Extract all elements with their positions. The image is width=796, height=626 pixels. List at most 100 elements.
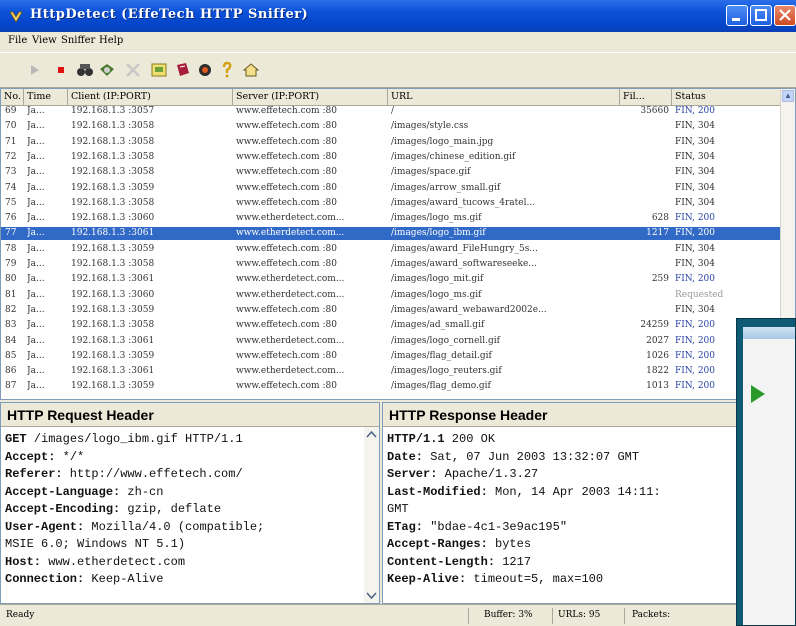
table-row[interactable]: 85 Ja... 192.168.1.3 :3059 www.effetech.com… <box>1 350 783 362</box>
close-button[interactable] <box>774 5 796 26</box>
menu-sniffer[interactable]: Sniffer <box>61 35 95 46</box>
cell-server: www.effetech.com :80 <box>236 243 337 254</box>
cell-size: 1013 <box>646 381 669 392</box>
status-urls: URLs: 95 <box>558 610 601 620</box>
status-packets: Packets: <box>632 610 671 620</box>
cell-client: 192.168.1.3 :3059 <box>71 182 155 193</box>
cell-url: /images/logo_mit.gif <box>391 274 484 285</box>
table-row[interactable]: 69 Ja... 192.168.1.3 :3057 www.effetech.com… <box>1 105 783 117</box>
cell-client: 192.168.1.3 :3058 <box>71 167 155 178</box>
table-row[interactable]: 86 Ja... 192.168.1.3 :3061 www.etherdetect.… <box>1 365 783 377</box>
cell-server: www.etherdetect.com... <box>236 366 345 377</box>
menu-help[interactable]: Help <box>99 35 123 46</box>
list-header: No. Time Client (IP:PORT) Server (IP:POR… <box>1 89 795 106</box>
binoculars-icon[interactable] <box>76 61 94 79</box>
table-row[interactable]: 79 Ja... 192.168.1.3 :3058 www.effetech.com… <box>1 258 783 270</box>
col-server[interactable]: Server (IP:PORT) <box>233 89 388 105</box>
col-time[interactable]: Time <box>24 89 68 105</box>
settings-icon[interactable] <box>196 61 214 79</box>
header-key: HTTP/1.1 <box>387 432 445 446</box>
scroll-arrows-icon[interactable] <box>364 427 379 603</box>
table-row[interactable]: 76 Ja... 192.168.1.3 :3060 www.etherdetect.… <box>1 212 783 224</box>
table-row[interactable]: 77 Ja... 192.168.1.3 :3061 www.etherdetect.… <box>1 227 783 240</box>
save-icon[interactable] <box>174 61 192 79</box>
header-value: */* <box>55 449 85 464</box>
help-icon[interactable] <box>218 61 236 79</box>
request-header-text[interactable]: GET /images/logo_ibm.gif HTTP/1.1 Accept:… <box>5 431 363 589</box>
table-row[interactable]: 75 Ja... 192.168.1.3 :3058 www.effetech.com… <box>1 197 783 209</box>
table-row[interactable]: 70 Ja... 192.168.1.3 :3058 www.effetech.com… <box>1 120 783 132</box>
col-client[interactable]: Client (IP:PORT) <box>68 89 233 105</box>
session-list[interactable]: No. Time Client (IP:PORT) Server (IP:POR… <box>0 88 796 400</box>
cell-size: 2027 <box>646 335 669 346</box>
table-row[interactable]: 72 Ja... 192.168.1.3 :3058 www.effetech.com… <box>1 151 783 163</box>
cell-size: 259 <box>651 274 669 285</box>
request-scrollbar[interactable] <box>364 427 379 603</box>
cell-url: /images/style.css <box>391 121 469 132</box>
cell-no: 72 <box>5 151 17 162</box>
col-url[interactable]: URL <box>388 89 620 105</box>
menu-file[interactable]: File <box>8 35 27 46</box>
cell-client: 192.168.1.3 :3058 <box>71 121 155 132</box>
cell-server: www.effetech.com :80 <box>236 151 337 162</box>
maximize-button[interactable] <box>750 5 772 26</box>
cell-time: Ja... <box>27 167 45 178</box>
cell-client: 192.168.1.3 :3058 <box>71 136 155 147</box>
cell-client: 192.168.1.3 :3060 <box>71 213 155 224</box>
filter-icon[interactable] <box>98 61 116 79</box>
table-row[interactable]: 83 Ja... 192.168.1.3 :3058 www.effetech.com… <box>1 319 783 331</box>
table-row[interactable]: 84 Ja... 192.168.1.3 :3061 www.etherdetect.… <box>1 335 783 347</box>
scroll-up-icon[interactable]: ▲ <box>782 90 794 102</box>
cell-client: 192.168.1.3 :3061 <box>71 335 155 346</box>
export-icon[interactable] <box>150 61 168 79</box>
col-file-size[interactable]: Fil... <box>620 89 672 105</box>
cell-server: www.effetech.com :80 <box>236 106 337 116</box>
cell-no: 86 <box>5 366 17 377</box>
table-row[interactable]: 82 Ja... 192.168.1.3 :3059 www.effetech.com… <box>1 304 783 316</box>
cell-status: FIN, 304 <box>675 121 715 132</box>
header-value: www.etherdetect.com <box>41 554 186 569</box>
title-bar[interactable]: HttpDetect (EffeTech HTTP Sniffer) <box>0 0 796 32</box>
minimize-button[interactable] <box>726 5 748 26</box>
response-header-text[interactable]: HTTP/1.1 200 OK Date: Sat, 07 Jun 2003 13… <box>387 431 779 589</box>
cell-status: FIN, 304 <box>675 259 715 269</box>
stop-icon[interactable] <box>52 61 70 79</box>
cell-client: 192.168.1.3 :3059 <box>71 304 155 315</box>
header-key: Host: <box>5 554 42 569</box>
cell-time: Ja... <box>27 228 45 239</box>
cell-url: /images/logo_ms.gif <box>391 289 482 300</box>
status-buffer: Buffer: 3% <box>484 610 533 620</box>
cell-no: 80 <box>5 274 17 285</box>
secondary-window[interactable] <box>736 318 796 626</box>
col-no[interactable]: No. <box>1 89 24 105</box>
home-icon[interactable] <box>242 61 260 79</box>
table-row[interactable]: 73 Ja... 192.168.1.3 :3058 www.effetech.com… <box>1 166 783 178</box>
cell-time: Ja... <box>27 289 45 300</box>
cell-client: 192.168.1.3 :3059 <box>71 243 155 254</box>
cell-server: www.effetech.com :80 <box>236 167 337 178</box>
table-row[interactable]: 71 Ja... 192.168.1.3 :3058 www.effetech.com… <box>1 136 783 148</box>
cell-client: 192.168.1.3 :3061 <box>71 366 155 377</box>
table-row[interactable]: 80 Ja... 192.168.1.3 :3061 www.etherdetect.… <box>1 273 783 285</box>
table-row[interactable]: 78 Ja... 192.168.1.3 :3059 www.effetech.com… <box>1 243 783 255</box>
table-row[interactable]: 87 Ja... 192.168.1.3 :3059 www.effetech.com… <box>1 380 783 392</box>
cell-url: /images/chinese_edition.gif <box>391 151 516 162</box>
response-pane-title: HTTP Response Header <box>383 403 795 427</box>
play-icon[interactable] <box>751 385 765 403</box>
clear-icon[interactable] <box>124 61 142 79</box>
cell-size: 1026 <box>646 350 669 361</box>
cell-url: /images/flag_detail.gif <box>391 350 492 361</box>
header-value: http://www.effetech.com/ <box>62 467 243 481</box>
cell-time: Ja... <box>27 197 45 208</box>
header-value: timeout=5, max=100 <box>466 572 604 586</box>
table-row[interactable]: 74 Ja... 192.168.1.3 :3059 www.effetech.com… <box>1 182 783 194</box>
cell-server: www.etherdetect.com... <box>236 274 345 285</box>
cell-client: 192.168.1.3 :3059 <box>71 381 155 392</box>
cell-time: Ja... <box>27 259 45 269</box>
table-row[interactable]: 81 Ja... 192.168.1.3 :3060 www.etherdetect.… <box>1 289 783 301</box>
cell-no: 87 <box>5 381 17 392</box>
header-value: gzip, deflate <box>120 502 222 516</box>
col-status[interactable]: Status <box>672 89 783 105</box>
start-icon[interactable] <box>26 61 44 79</box>
menu-view[interactable]: View <box>32 35 57 46</box>
